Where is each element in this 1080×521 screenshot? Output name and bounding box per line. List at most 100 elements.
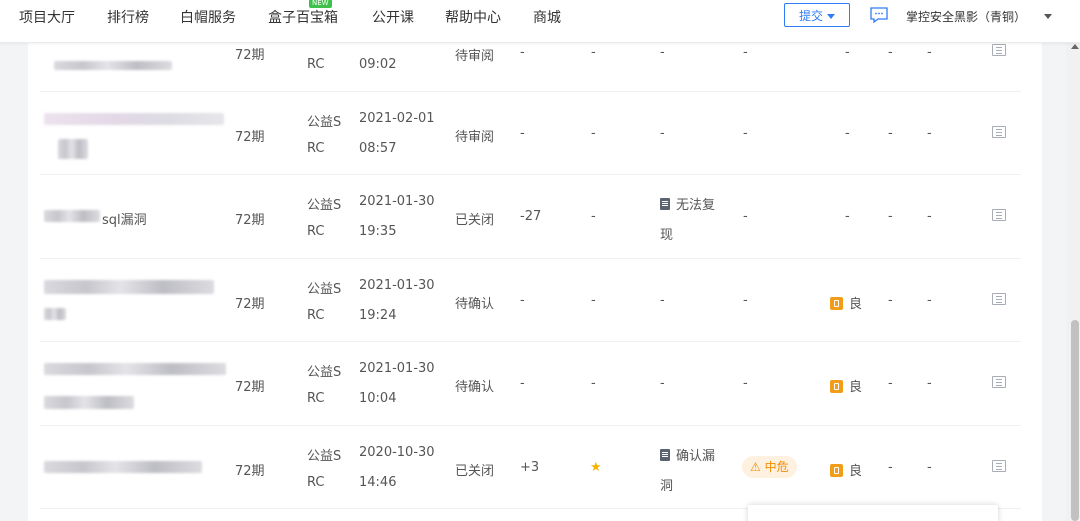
- nav-item-whitehat-service[interactable]: 白帽服务: [180, 9, 236, 27]
- review-cell: -: [660, 293, 665, 308]
- rating-cell: 良: [830, 376, 862, 395]
- project-cell-line1: 公益S: [307, 282, 342, 297]
- redacted-title-line2: [44, 396, 134, 409]
- severity-cell: -: [743, 126, 748, 141]
- redacted-title: [44, 280, 214, 294]
- severity-cell: -: [743, 209, 748, 224]
- project-cell-line2: RC: [307, 391, 325, 406]
- rating-badge-icon: [830, 464, 843, 477]
- period-cell: 72期: [235, 380, 265, 395]
- redacted-title: [44, 113, 224, 125]
- severity-icon: ⚠: [750, 460, 765, 474]
- score-cell: -27: [520, 209, 542, 224]
- col-b-cell: -: [927, 293, 932, 308]
- status-cell: 已关闭: [455, 213, 495, 228]
- nav-item-toolbox[interactable]: 盒子百宝箱: [268, 9, 338, 27]
- severity-text: 中危: [764, 460, 789, 474]
- date-cell-line2: 08:57: [359, 141, 397, 156]
- submit-button-label: 提交: [798, 9, 823, 23]
- status-cell: 待确认: [455, 297, 495, 312]
- detail-list-icon[interactable]: [992, 293, 1006, 305]
- period-cell: 72期: [235, 48, 265, 63]
- rating-cell: -: [845, 126, 850, 141]
- rating-cell: -: [845, 45, 850, 60]
- star-cell: -: [591, 376, 596, 391]
- review-cell: -: [660, 126, 665, 141]
- project-cell-line2: RC: [307, 141, 325, 156]
- project-cell-line1: 公益S: [307, 365, 342, 380]
- severity-cell: -: [743, 376, 748, 391]
- status-cell: 待确认: [455, 380, 495, 395]
- date-cell-line2: 14:46: [359, 475, 397, 490]
- severity-cell: -: [743, 293, 748, 308]
- detail-list-icon[interactable]: [992, 209, 1006, 221]
- table-row[interactable]: sql漏洞 72期 公益S RC 2021-01-30 19:35 已关闭 -2…: [40, 174, 1021, 259]
- score-cell: -: [520, 126, 525, 141]
- col-b-cell: -: [927, 209, 932, 224]
- rating-text: 良: [849, 380, 863, 395]
- user-menu[interactable]: 掌控安全黑影（青铜）: [906, 8, 1026, 25]
- score-cell: -: [520, 45, 525, 60]
- message-icon[interactable]: [869, 6, 889, 24]
- date-cell-line2: 10:04: [359, 391, 397, 406]
- status-cell: 已关闭: [455, 464, 495, 479]
- detail-list-icon[interactable]: [992, 126, 1006, 138]
- col-a-cell: -: [888, 45, 893, 60]
- review-cell-line2: 洞: [660, 479, 674, 494]
- detail-list-icon[interactable]: [992, 376, 1006, 388]
- nav-item-ranking[interactable]: 排行榜: [107, 9, 149, 27]
- dropdown-popup[interactable]: [748, 505, 998, 521]
- col-a-cell: -: [888, 376, 893, 391]
- col-b-cell: -: [927, 126, 932, 141]
- star-cell: -: [591, 126, 596, 141]
- score-cell: +3: [520, 460, 540, 475]
- star-cell: -: [591, 45, 596, 60]
- project-cell-line2: RC: [307, 308, 325, 323]
- table-row[interactable]: 72期 公益S RC 2021-01-30 10:04 待确认 - - - - …: [40, 341, 1021, 426]
- document-icon: [660, 198, 670, 210]
- col-b-cell: -: [927, 376, 932, 391]
- scroll-up-arrow-icon[interactable]: [1071, 44, 1079, 49]
- table-row[interactable]: 72期 RC 09:02 待审阅 - - - - - - -: [40, 42, 1021, 92]
- rating-cell: -: [845, 209, 850, 224]
- rating-text: 良: [849, 464, 863, 479]
- score-cell: -: [520, 376, 525, 391]
- redacted-title: [44, 210, 100, 222]
- project-cell-line2: RC: [307, 224, 325, 239]
- severity-cell: -: [743, 45, 748, 60]
- severity-badge: ⚠ 中危: [742, 456, 797, 478]
- period-cell: 72期: [235, 464, 265, 479]
- col-b-cell: -: [927, 45, 932, 60]
- col-a-cell: -: [888, 460, 893, 475]
- title-cell[interactable]: sql漏洞: [102, 209, 147, 228]
- star-cell: -: [591, 293, 596, 308]
- rating-badge-icon: [830, 297, 843, 310]
- submit-button[interactable]: 提交: [784, 3, 850, 27]
- page: 项目大厅 排行榜 白帽服务 盒子百宝箱 NEW 公开课 帮助中心 商城 提交 掌…: [0, 0, 1080, 521]
- nav-item-mall[interactable]: 商城: [533, 9, 561, 27]
- user-chevron-down-icon[interactable]: [1044, 14, 1052, 19]
- chevron-down-icon: [827, 14, 835, 19]
- nav-item-help-center[interactable]: 帮助中心: [445, 9, 501, 27]
- nav-item-open-course[interactable]: 公开课: [372, 9, 414, 27]
- date-cell-line2: 09:02: [359, 57, 397, 72]
- table-row[interactable]: 72期 公益S RC 2020-10-30 14:46 已关闭 +3 ★ 确认漏…: [40, 425, 1021, 509]
- review-text-line1: 无法复: [676, 198, 716, 213]
- review-cell-line1: 确认漏: [660, 445, 715, 464]
- top-navbar: 项目大厅 排行榜 白帽服务 盒子百宝箱 NEW 公开课 帮助中心 商城 提交 掌…: [0, 0, 1080, 43]
- redacted-title: [44, 461, 202, 473]
- table-row[interactable]: 72期 公益S RC 2021-01-30 19:24 待确认 - - - - …: [40, 258, 1021, 342]
- detail-list-icon[interactable]: [992, 44, 1006, 56]
- date-cell-line2: 19:35: [359, 224, 397, 239]
- project-cell-line1: 公益S: [307, 198, 342, 213]
- date-cell-line1: 2020-10-30: [359, 445, 435, 460]
- period-cell: 72期: [235, 213, 265, 228]
- project-cell-line2: RC: [307, 57, 325, 72]
- table-row[interactable]: 72期 公益S RC 2021-02-01 08:57 待审阅 - - - - …: [40, 91, 1021, 175]
- detail-list-icon[interactable]: [992, 460, 1006, 472]
- review-cell-line2: 现: [660, 228, 674, 243]
- nav-item-project-hall[interactable]: 项目大厅: [19, 9, 75, 27]
- project-cell-line1: 公益S: [307, 449, 342, 464]
- rating-badge-icon: [830, 380, 843, 393]
- scrollbar-thumb[interactable]: [1071, 320, 1079, 521]
